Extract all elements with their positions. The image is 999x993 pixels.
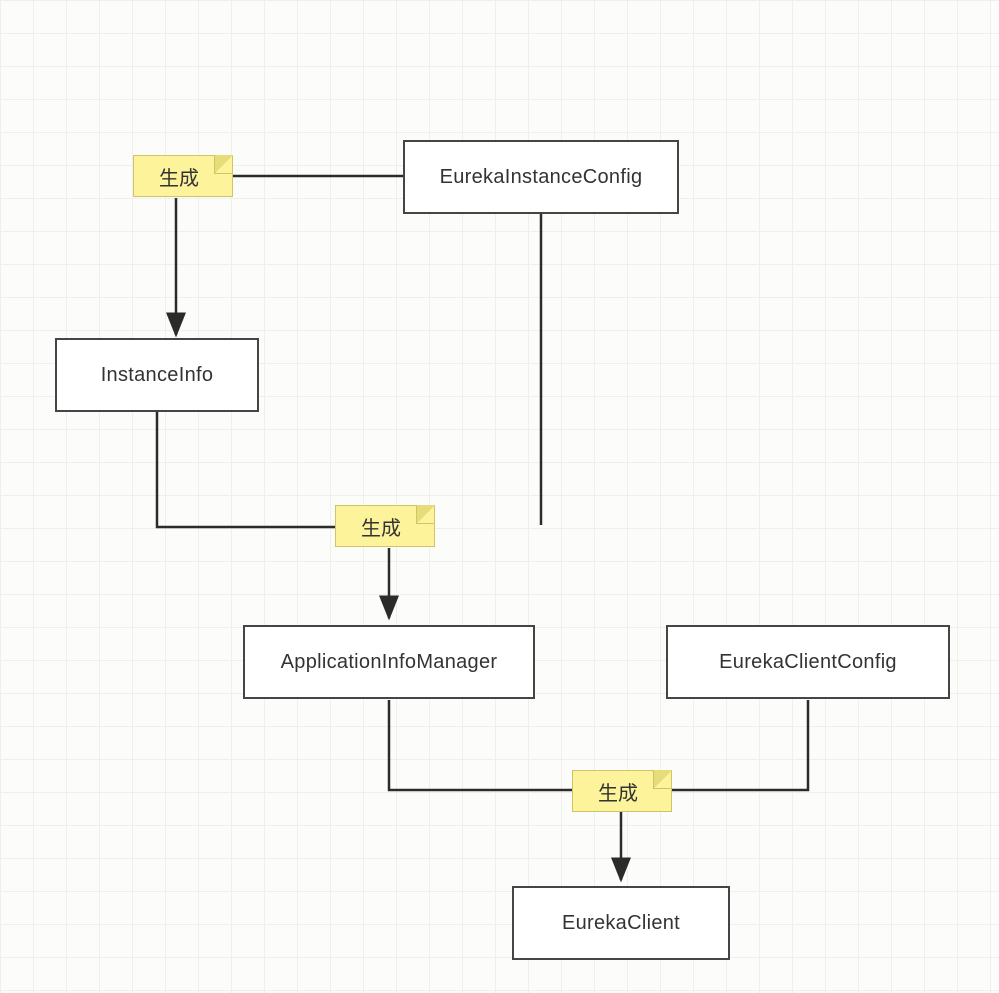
node-eureka-client-config[interactable]: EurekaClientConfig: [666, 625, 950, 699]
node-eureka-instance-config[interactable]: EurekaInstanceConfig: [403, 140, 679, 214]
node-eureka-client[interactable]: EurekaClient: [512, 886, 730, 960]
node-label: EurekaInstanceConfig: [440, 166, 643, 189]
node-label: EurekaClientConfig: [719, 651, 897, 674]
note-generate-2: 生成: [335, 505, 435, 547]
note-generate-1: 生成: [133, 155, 233, 197]
note-generate-3: 生成: [572, 770, 672, 812]
node-label: ApplicationInfoManager: [281, 651, 498, 674]
node-instance-info[interactable]: InstanceInfo: [55, 338, 259, 412]
node-label: EurekaClient: [562, 912, 680, 935]
note-label: 生成: [598, 777, 638, 806]
node-label: InstanceInfo: [101, 364, 214, 387]
node-application-info-manager[interactable]: ApplicationInfoManager: [243, 625, 535, 699]
diagram-canvas: 生成 生成 生成 EurekaInstanceConfig InstanceIn…: [0, 0, 999, 993]
note-label: 生成: [361, 512, 401, 541]
note-label: 生成: [159, 162, 199, 191]
